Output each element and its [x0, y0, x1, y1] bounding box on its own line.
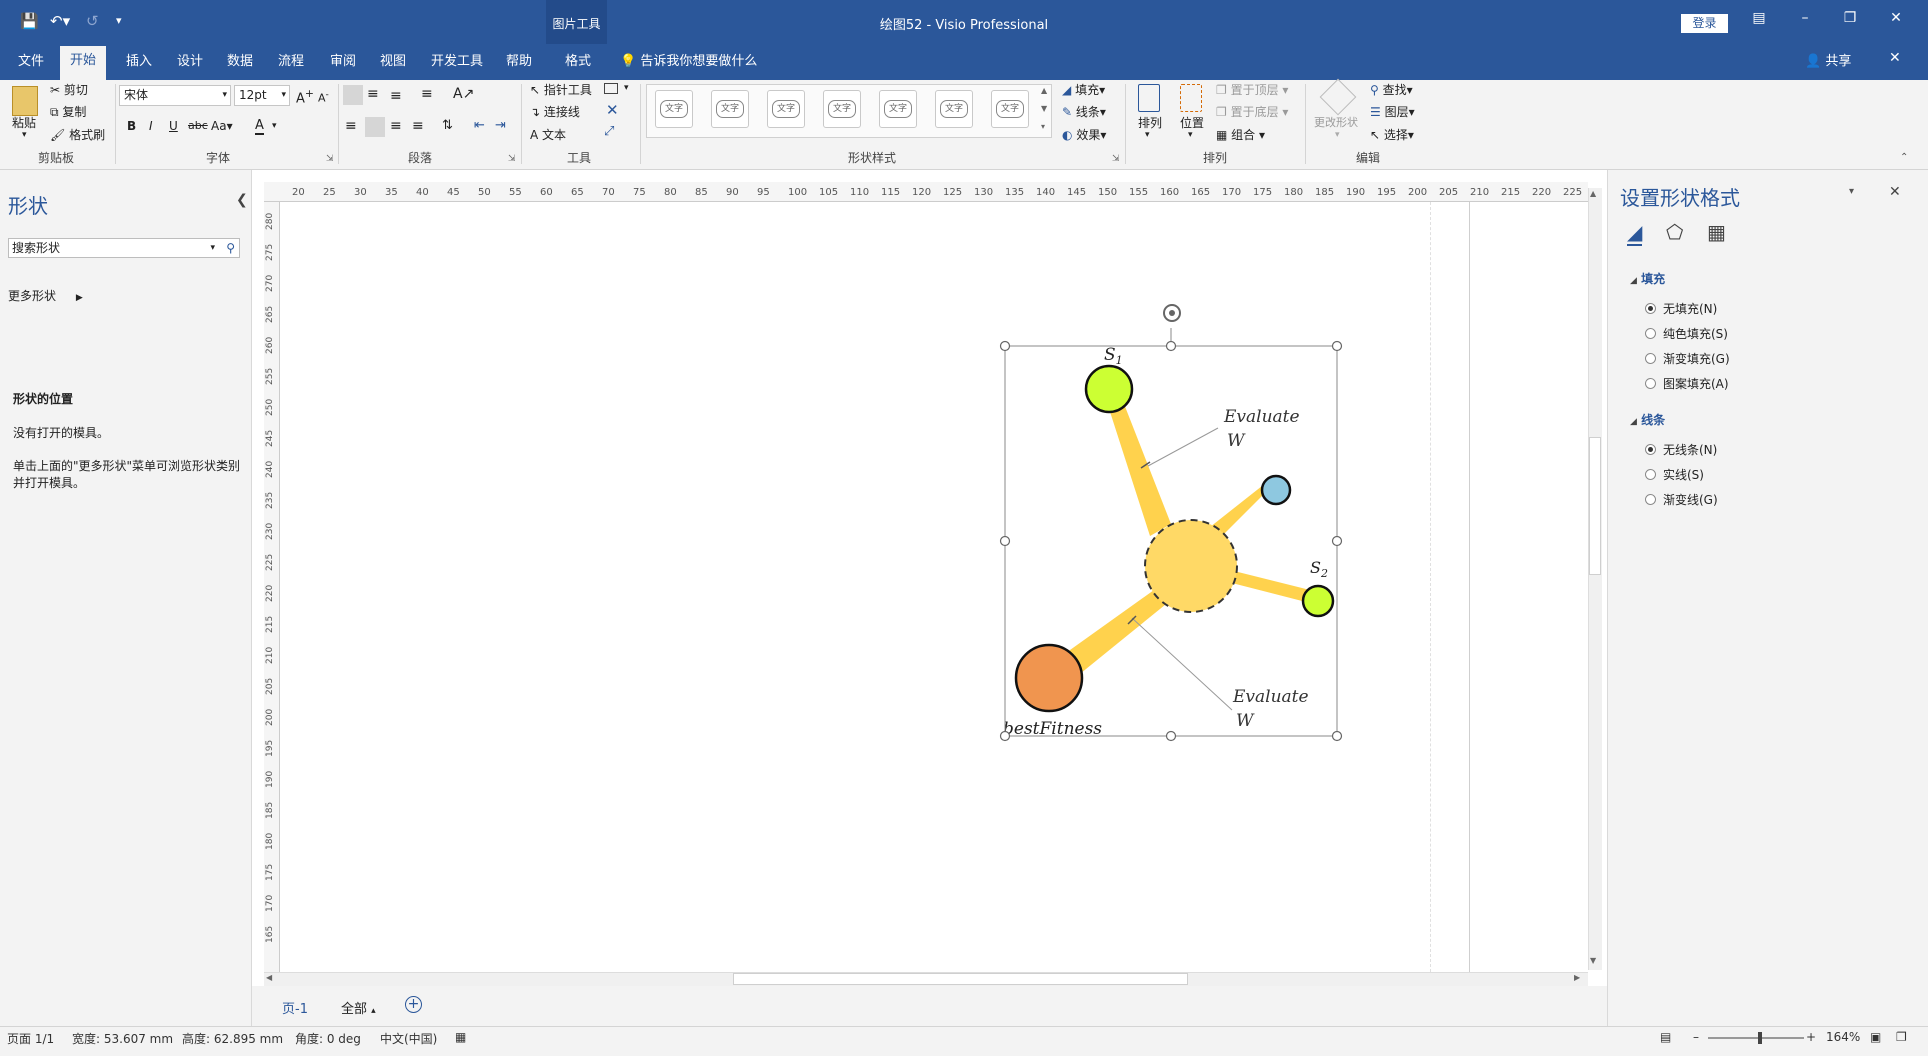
- page-tabs-bar: [252, 986, 1607, 1026]
- radio-indicator: [1645, 469, 1656, 480]
- page-tab-1[interactable]: 页-1: [282, 998, 308, 1017]
- size-properties-tab-icon[interactable]: ▦: [1707, 220, 1726, 244]
- radio-gradient-line[interactable]: 渐变线(G): [1645, 491, 1718, 508]
- handle-ne: [1331, 340, 1343, 352]
- label-w-bottom: W: [1236, 711, 1255, 731]
- handle-n: [1165, 340, 1177, 352]
- node-best: [1014, 643, 1084, 713]
- vertical-scroll-thumb[interactable]: [1589, 437, 1601, 575]
- radio-solid-line[interactable]: 实线(S): [1645, 466, 1704, 483]
- radio-no-line[interactable]: 无线条(N): [1645, 441, 1717, 458]
- scroll-right-icon[interactable]: ▶: [1574, 973, 1580, 982]
- status-angle: 角度: 0 deg: [295, 1032, 361, 1046]
- label-s1: S1: [1104, 345, 1123, 367]
- scroll-left-icon[interactable]: ◀: [266, 973, 272, 982]
- status-width: 宽度: 53.607 mm: [72, 1032, 174, 1046]
- label-evaluate-bottom: Evaluate: [1232, 687, 1309, 707]
- add-page-icon[interactable]: +: [405, 996, 422, 1013]
- annotation-line-top: [1147, 427, 1219, 467]
- macro-record-icon[interactable]: ▦: [455, 1030, 466, 1044]
- radio-indicator: [1645, 444, 1656, 455]
- presentation-mode-icon[interactable]: ▤: [1660, 1030, 1671, 1044]
- pane-options-icon[interactable]: ▾: [1849, 186, 1854, 197]
- radio-indicator: [1645, 378, 1656, 389]
- zoom-in-icon[interactable]: +: [1806, 1030, 1816, 1044]
- expanded-triangle-icon: ◢: [1630, 417, 1637, 427]
- effects-tab-icon[interactable]: ⬠: [1666, 220, 1683, 244]
- switch-windows-icon[interactable]: ❐: [1896, 1030, 1907, 1044]
- handle-w: [999, 535, 1011, 547]
- expanded-triangle-icon: ◢: [1630, 276, 1637, 286]
- line-section-header[interactable]: ◢ 线条: [1630, 411, 1665, 428]
- fill-line-tab-icon[interactable]: ◢: [1627, 220, 1643, 246]
- handle-sw: [999, 730, 1011, 742]
- all-pages-button[interactable]: 全部 ▴: [341, 998, 376, 1017]
- radio-no-fill[interactable]: 无填充(N): [1645, 300, 1717, 317]
- status-height: 高度: 62.895 mm: [182, 1032, 284, 1046]
- radio-pattern-fill[interactable]: 图案填充(A): [1645, 375, 1729, 392]
- node-s2: [1301, 584, 1335, 618]
- radio-solid-fill[interactable]: 纯色填充(S): [1645, 325, 1728, 342]
- arm-s2: [1228, 570, 1310, 602]
- zoom-slider-thumb[interactable]: [1758, 1032, 1762, 1044]
- node-blue: [1260, 474, 1292, 506]
- close-pane-icon[interactable]: ✕: [1889, 184, 1901, 200]
- status-language[interactable]: 中文(中国): [380, 1030, 437, 1047]
- radio-indicator: [1645, 494, 1656, 505]
- annotation-line-bottom: [1131, 617, 1233, 711]
- fit-page-icon[interactable]: ▣: [1870, 1030, 1881, 1044]
- zoom-slider-track[interactable]: [1708, 1037, 1804, 1039]
- handle-e: [1331, 535, 1343, 547]
- radio-indicator: [1645, 303, 1656, 314]
- node-s1: [1084, 364, 1134, 414]
- format-pane-title: 设置形状格式: [1620, 186, 1740, 210]
- handle-s: [1165, 730, 1177, 742]
- label-s2: S2: [1310, 558, 1328, 580]
- status-page[interactable]: 页面 1/1: [7, 1030, 54, 1047]
- label-w-top: W: [1227, 431, 1246, 451]
- handle-se: [1331, 730, 1343, 742]
- horizontal-scroll-thumb[interactable]: [733, 973, 1188, 985]
- scroll-up-icon[interactable]: ▲: [1590, 189, 1596, 198]
- zoom-out-icon[interactable]: –: [1693, 1030, 1699, 1044]
- radio-indicator: [1645, 353, 1656, 364]
- format-shape-pane: [1607, 170, 1928, 1026]
- fill-section-header[interactable]: ◢ 填充: [1630, 270, 1665, 287]
- radio-gradient-fill[interactable]: 渐变填充(G): [1645, 350, 1730, 367]
- zoom-level[interactable]: 164%: [1826, 1030, 1860, 1044]
- label-evaluate-top: Evaluate: [1223, 407, 1300, 427]
- status-bar: [0, 1026, 1928, 1056]
- scroll-down-icon[interactable]: ▼: [1590, 956, 1596, 965]
- radio-indicator: [1645, 328, 1656, 339]
- chevron-up-icon: ▴: [371, 1006, 376, 1016]
- rotate-handle-icon[interactable]: [1163, 304, 1181, 322]
- center-node: [1144, 519, 1238, 613]
- vertical-scrollbar[interactable]: [1588, 188, 1602, 970]
- handle-nw: [999, 340, 1011, 352]
